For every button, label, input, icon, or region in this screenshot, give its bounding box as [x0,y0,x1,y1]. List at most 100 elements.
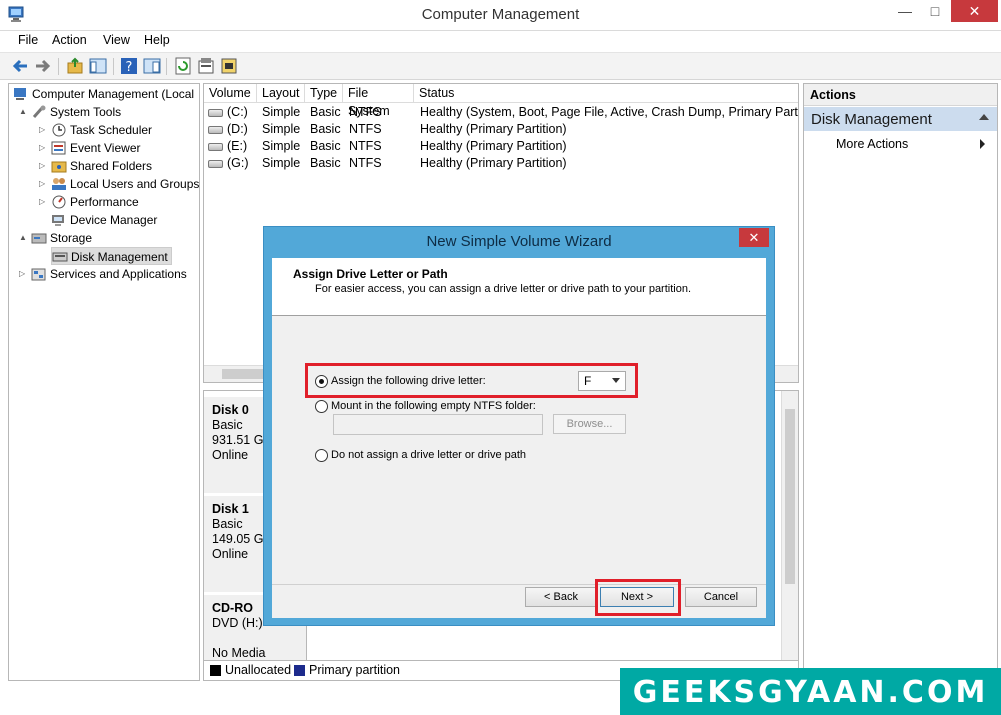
site-watermark: GEEKSGYAAN.COM [620,668,1001,715]
expand-performance-icon[interactable]: ▷ [39,193,45,211]
no-letter-radio[interactable] [315,449,328,462]
column-header-type[interactable]: Type [305,84,343,103]
column-header-status[interactable]: Status [414,84,798,103]
menu-action[interactable]: Action [52,33,87,47]
help-icon[interactable]: ? [120,57,138,75]
back-arrow-icon[interactable] [11,57,29,75]
status-cell: Healthy (Primary Partition) [420,156,567,170]
actions-section-disk-management[interactable]: Disk Management [804,107,997,131]
back-button[interactable]: < Back [525,587,597,607]
unallocated-swatch [210,665,221,676]
wizard-close-button[interactable]: ✕ [739,228,769,247]
expand-local-users-icon[interactable]: ▷ [39,175,45,193]
expand-shared-folders-icon[interactable]: ▷ [39,157,45,175]
legend-unallocated: Unallocated [225,663,292,677]
table-row[interactable]: (E:) Simple Basic NTFS Healthy (Primary … [204,138,798,155]
tree-item-computer-management[interactable]: Computer Management (Local [13,85,194,103]
tree-item-disk-management[interactable]: Disk Management [51,247,172,265]
properties-icon[interactable] [197,57,215,75]
cancel-button[interactable]: Cancel [685,587,757,607]
tree-item-storage[interactable]: Storage [31,229,92,247]
column-header-volume[interactable]: Volume [204,84,257,103]
disk-type: Basic [212,517,243,531]
show-hide-console-tree-icon[interactable] [89,57,107,75]
collapse-storage-icon[interactable]: ▲ [19,229,27,247]
actions-header: Actions [804,84,997,106]
tree-item-event-viewer[interactable]: Event Viewer [51,139,140,157]
expand-services-icon[interactable]: ▷ [19,265,25,283]
watermark-text: GEEKSGYAAN.COM [632,675,989,710]
file-system-cell: NTFS [349,156,382,170]
close-button[interactable]: ✕ [951,0,998,22]
folder-path-input[interactable] [333,414,543,435]
tree-item-services-and-applications[interactable]: Services and Applications [31,265,187,283]
drive-icon [208,160,223,168]
forward-arrow-icon[interactable] [34,57,52,75]
section-label: Disk Management [811,111,932,128]
tree-item-label: Device Manager [70,213,158,227]
browse-button[interactable]: Browse... [553,414,626,434]
layout-cell: Simple [262,156,301,170]
minimize-button[interactable]: — [890,0,920,22]
disk-properties-icon[interactable] [220,57,238,75]
table-row[interactable]: (C:) Simple Basic NTFS Healthy (System, … [204,104,799,121]
tree-item-label: Computer Management (Local [32,87,195,101]
toolbar: ? [0,52,1001,80]
disk-name: Disk 1 [212,502,249,516]
disk-name: CD-RO [212,601,253,615]
type-cell: Basic [310,105,341,119]
maximize-button[interactable]: □ [920,0,950,22]
mount-folder-radio[interactable] [315,400,328,413]
show-hide-action-pane-icon[interactable] [143,57,161,75]
tree-item-system-tools[interactable]: System Tools [31,103,121,121]
more-actions-link[interactable]: More Actions [836,137,908,151]
type-cell: Basic [310,139,341,153]
submenu-arrow-icon[interactable] [980,139,985,149]
drive-icon [208,109,223,117]
wizard-subheading: For easier access, you can assign a driv… [315,283,692,295]
services-icon [31,268,46,281]
no-letter-label[interactable]: Do not assign a drive letter or drive pa… [331,449,526,461]
wizard-heading: Assign Drive Letter or Path [293,267,448,281]
table-row[interactable]: (D:) Simple Basic NTFS Healthy (Primary … [204,121,798,138]
menu-file[interactable]: File [18,33,38,47]
collapse-up-icon[interactable] [979,114,989,120]
tree-item-local-users-and-groups[interactable]: Local Users and Groups [51,175,199,193]
tree-item-label: Event Viewer [70,141,141,155]
refresh-icon[interactable] [174,57,192,75]
volume-cell: (G:) [227,156,249,170]
wizard-header: Assign Drive Letter or Path For easier a… [272,258,766,316]
tree-item-shared-folders[interactable]: Shared Folders [51,157,152,175]
drive-icon [208,126,223,134]
menu-view[interactable]: View [103,33,130,47]
collapse-system-tools-icon[interactable]: ▲ [19,103,27,121]
drive-letter-select[interactable]: F [578,371,626,391]
primary-partition-swatch [294,665,305,676]
mount-folder-label[interactable]: Mount in the following empty NTFS folder… [331,400,536,412]
expand-task-scheduler-icon[interactable]: ▷ [39,121,45,139]
assign-letter-radio[interactable] [315,375,328,388]
clock-icon [52,123,66,137]
computer-icon [14,88,26,100]
expand-event-viewer-icon[interactable]: ▷ [39,139,45,157]
table-row[interactable]: (G:) Simple Basic NTFS Healthy (Primary … [204,155,798,172]
column-header-layout[interactable]: Layout [257,84,305,103]
up-folder-icon[interactable] [66,57,84,75]
status-cell: Healthy (Primary Partition) [420,139,567,153]
next-button[interactable]: Next > [600,587,674,607]
column-header-file-system[interactable]: File System [343,84,414,118]
menu-help[interactable]: Help [144,33,170,47]
tree-item-performance[interactable]: Performance [51,193,139,211]
console-tree: Computer Management (Local ▲ System Tool… [8,83,200,681]
assign-letter-label[interactable]: Assign the following drive letter: [331,375,486,387]
tree-item-device-manager[interactable]: Device Manager [51,211,157,229]
vertical-scrollbar[interactable] [781,391,798,661]
disk-state: No Media [212,646,266,660]
wizard-body: Assign Drive Letter or Path For easier a… [272,258,766,618]
scrollbar-thumb[interactable] [785,409,795,584]
tree-item-label: Storage [50,231,93,245]
status-cell: Healthy (System, Boot, Page File, Active… [420,105,799,119]
disk-type: DVD (H:) [212,616,263,630]
disk-type: Basic [212,418,243,432]
tree-item-task-scheduler[interactable]: Task Scheduler [51,121,152,139]
